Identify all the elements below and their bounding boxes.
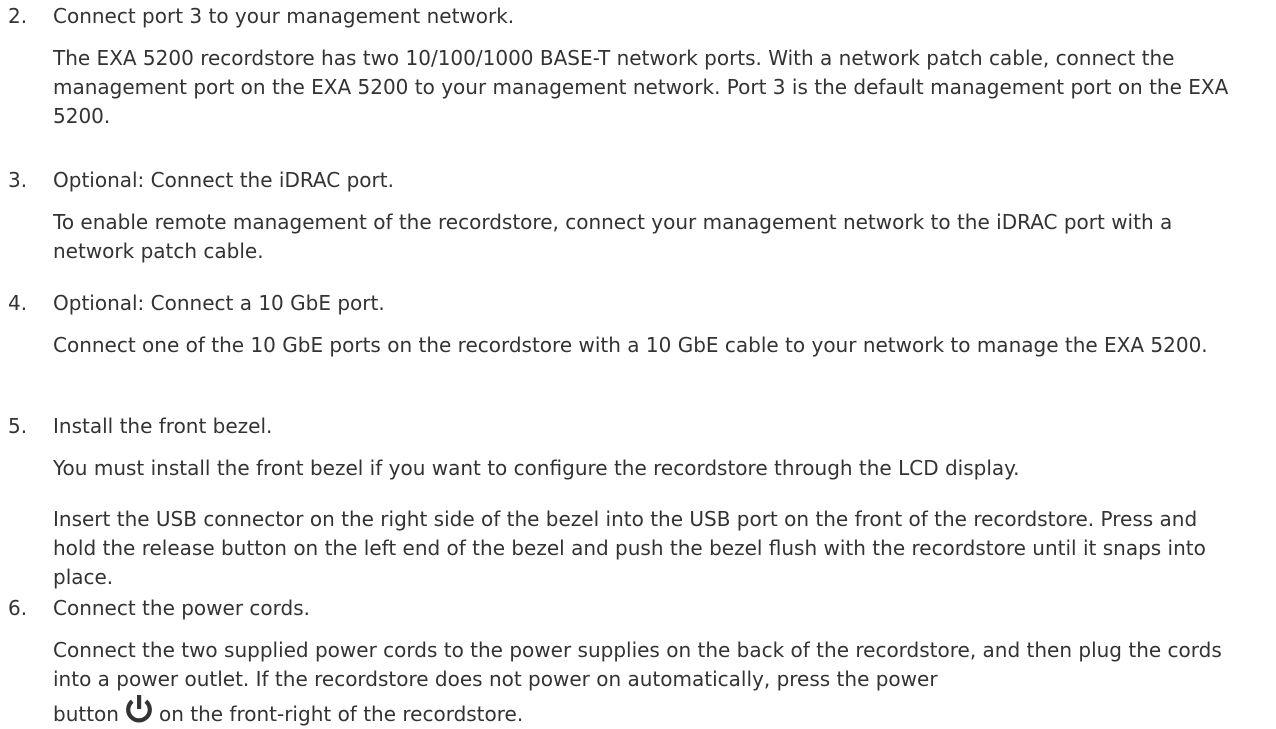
step-number: 3.: [8, 168, 28, 192]
final-line-trail-text: on the front-right of the recordstore.: [158, 702, 524, 726]
step-description-final-line: button on the front-right of the records…: [53, 694, 1238, 729]
step-number: 6.: [8, 596, 28, 620]
step-description: Insert the USB connector on the right si…: [53, 507, 1206, 589]
step-number: 2.: [8, 4, 28, 28]
step-description: You must install the front bezel if you …: [53, 456, 1020, 480]
step-title: Connect the power cords.: [53, 596, 310, 620]
step-number: 4.: [8, 291, 28, 315]
step-description: Connect the two supplied power cords to …: [53, 638, 1222, 691]
step-title: Optional: Connect a 10 GbE port.: [53, 291, 385, 315]
step-title: Install the front bezel.: [53, 414, 273, 438]
document-body: 2. Connect port 3 to your management net…: [0, 0, 1276, 726]
final-line-lead-text: button: [53, 702, 119, 726]
step-description: The EXA 5200 recordstore has two 10/100/…: [53, 46, 1229, 128]
power-icon: [126, 695, 152, 723]
step-title: Connect port 3 to your management networ…: [53, 4, 515, 28]
step-description: To enable remote management of the recor…: [53, 210, 1173, 263]
step-title: Optional: Connect the iDRAC port.: [53, 168, 394, 192]
step-number: 5.: [8, 414, 28, 438]
step-description: Connect one of the 10 GbE ports on the r…: [53, 333, 1208, 357]
